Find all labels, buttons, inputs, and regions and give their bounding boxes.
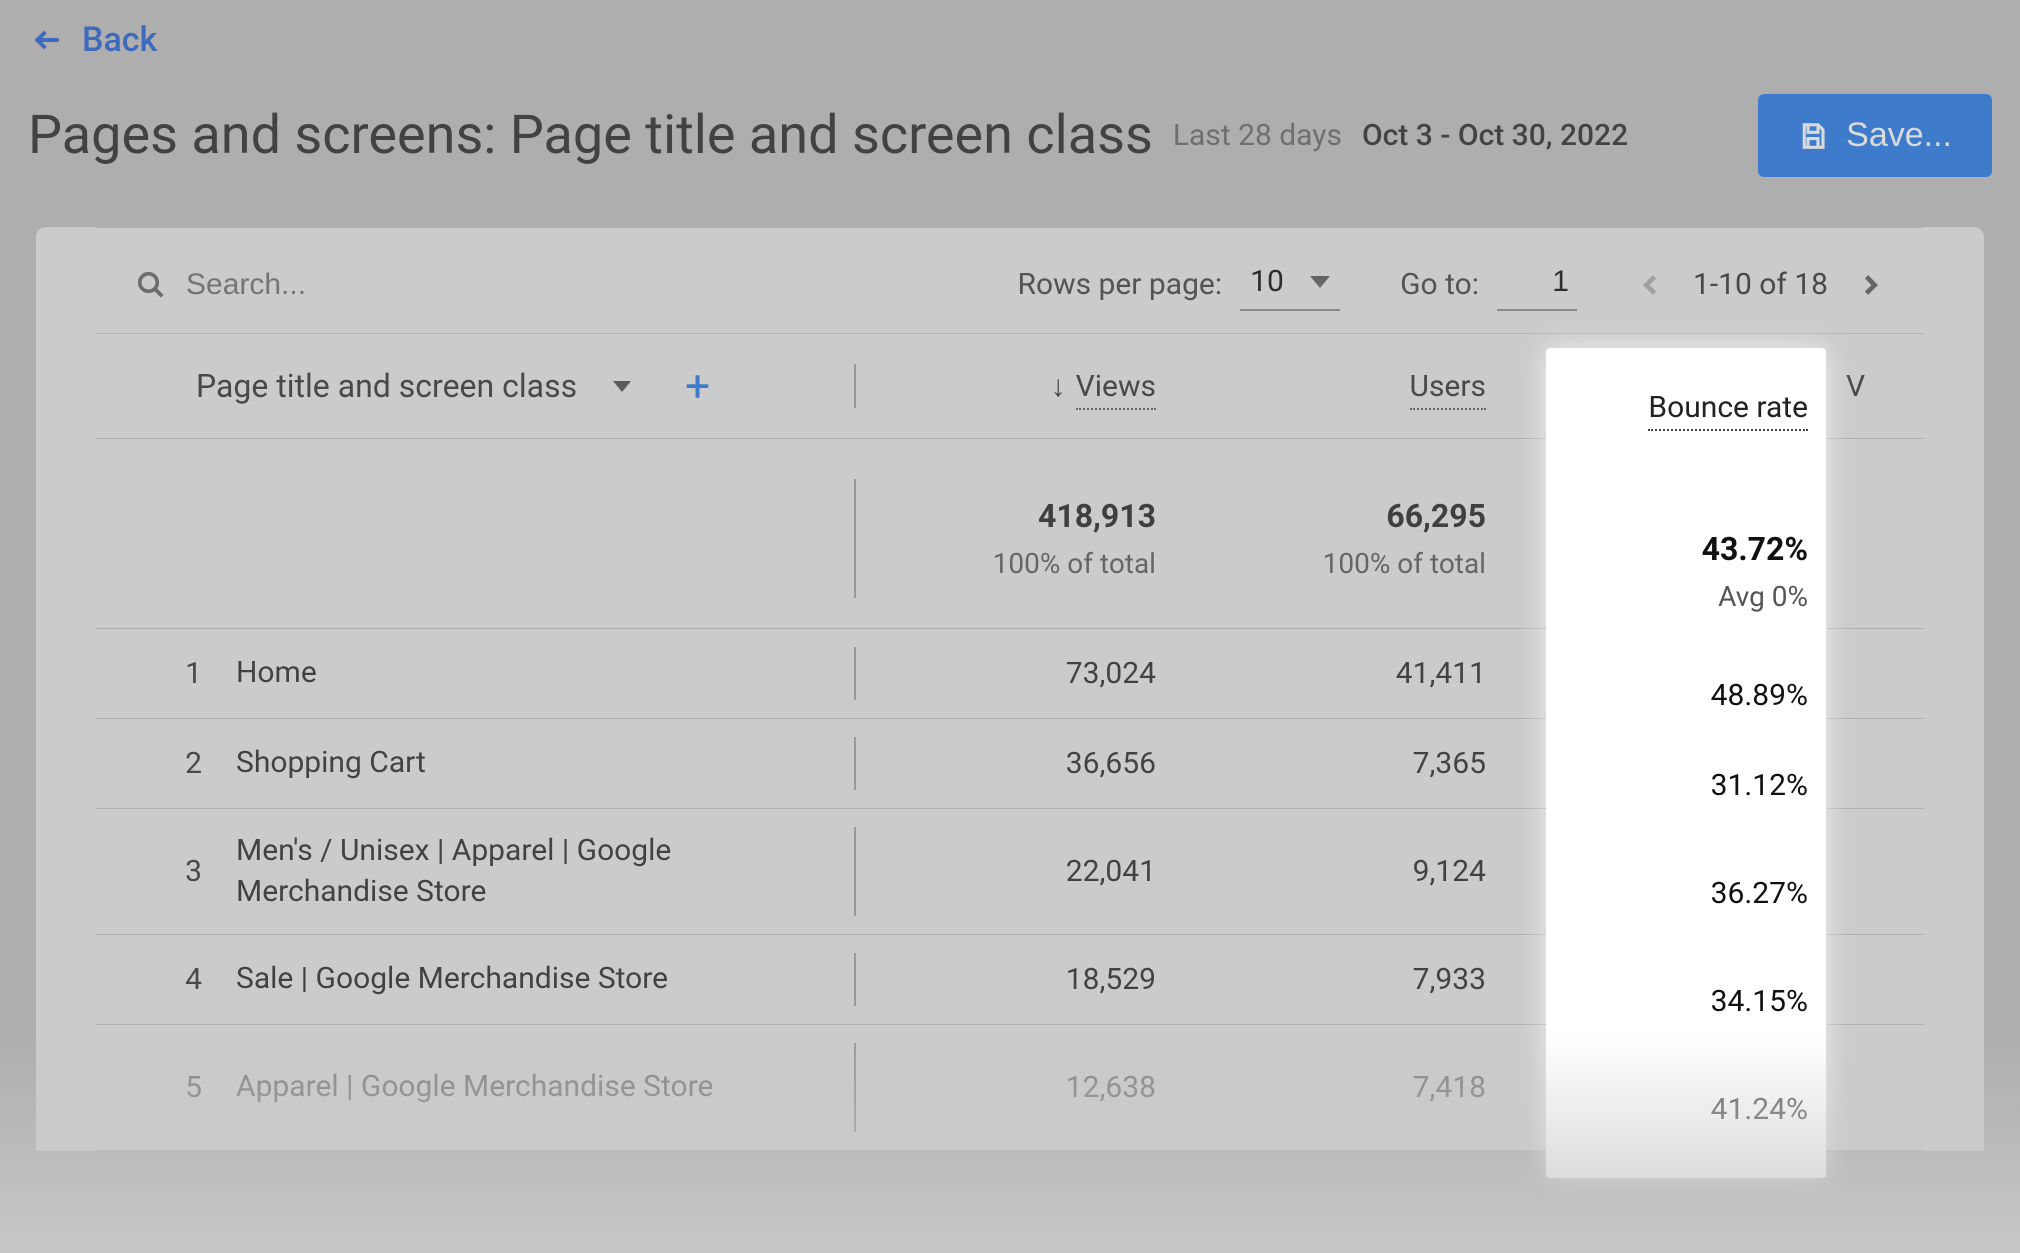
report-card: Rows per page: 10 Go to: 1-10 of 18 Page… — [36, 227, 1984, 1151]
table-row[interactable]: 1 Home 73,024 41,411 48.89% — [96, 629, 1924, 719]
table-toolbar: Rows per page: 10 Go to: 1-10 of 18 — [96, 227, 1924, 334]
add-dimension-button[interactable]: + — [685, 364, 710, 408]
chevron-down-icon — [1310, 276, 1330, 288]
summary-views: 418,913 100% of total — [856, 497, 1186, 580]
prev-page-button[interactable] — [1637, 271, 1665, 299]
search-icon — [136, 270, 166, 300]
goto-input[interactable] — [1497, 259, 1577, 311]
period-label: Last 28 days — [1173, 118, 1342, 153]
back-button[interactable]: Back — [32, 20, 1992, 60]
table-row[interactable]: 5 Apparel | Google Merchandise Store 12,… — [96, 1025, 1924, 1151]
rows-per-page-select[interactable]: 10 — [1240, 258, 1340, 311]
page-title: Pages and screens: Page title and screen… — [28, 104, 1153, 167]
sort-descending-icon: ↓ — [1051, 369, 1066, 404]
column-header-views[interactable]: ↓Views — [856, 369, 1186, 404]
summary-bounce: 43.72% Avg 0% — [1516, 497, 1836, 580]
save-label: Save... — [1846, 116, 1952, 155]
column-header-users[interactable]: Users — [1186, 369, 1516, 404]
table-row[interactable]: 2 Shopping Cart 36,656 7,365 31.12% — [96, 719, 1924, 809]
table-summary-row: 418,913 100% of total 66,295 100% of tot… — [96, 439, 1924, 629]
table-row[interactable]: 4 Sale | Google Merchandise Store 18,529… — [96, 935, 1924, 1025]
goto-label: Go to: — [1400, 267, 1479, 302]
rows-per-page-value: 10 — [1250, 264, 1284, 299]
data-table: Page title and screen class + ↓Views Use… — [96, 334, 1924, 1151]
next-page-button[interactable] — [1856, 271, 1884, 299]
table-row[interactable]: 3 Men's / Unisex | Apparel | Google Merc… — [96, 809, 1924, 935]
dimension-header[interactable]: Page title and screen class + — [96, 364, 856, 408]
search-input[interactable] — [186, 268, 486, 302]
page-header: Pages and screens: Page title and screen… — [28, 94, 1992, 177]
arrow-left-icon — [32, 24, 64, 56]
chevron-down-icon — [613, 381, 631, 392]
back-label: Back — [82, 20, 157, 60]
column-header-bounce[interactable]: Bounce rate — [1516, 369, 1836, 404]
pagination: 1-10 of 18 — [1637, 267, 1884, 302]
table-header-row: Page title and screen class + ↓Views Use… — [96, 334, 1924, 439]
rows-per-page-label: Rows per page: — [1017, 267, 1222, 302]
save-button[interactable]: Save... — [1758, 94, 1992, 177]
save-icon — [1798, 121, 1828, 151]
page-range-label: 1-10 of 18 — [1693, 267, 1828, 302]
summary-users: 66,295 100% of total — [1186, 497, 1516, 580]
period-range[interactable]: Oct 3 - Oct 30, 2022 — [1362, 118, 1628, 153]
search-field[interactable] — [136, 268, 486, 302]
column-header-partial: V — [1836, 369, 1916, 404]
